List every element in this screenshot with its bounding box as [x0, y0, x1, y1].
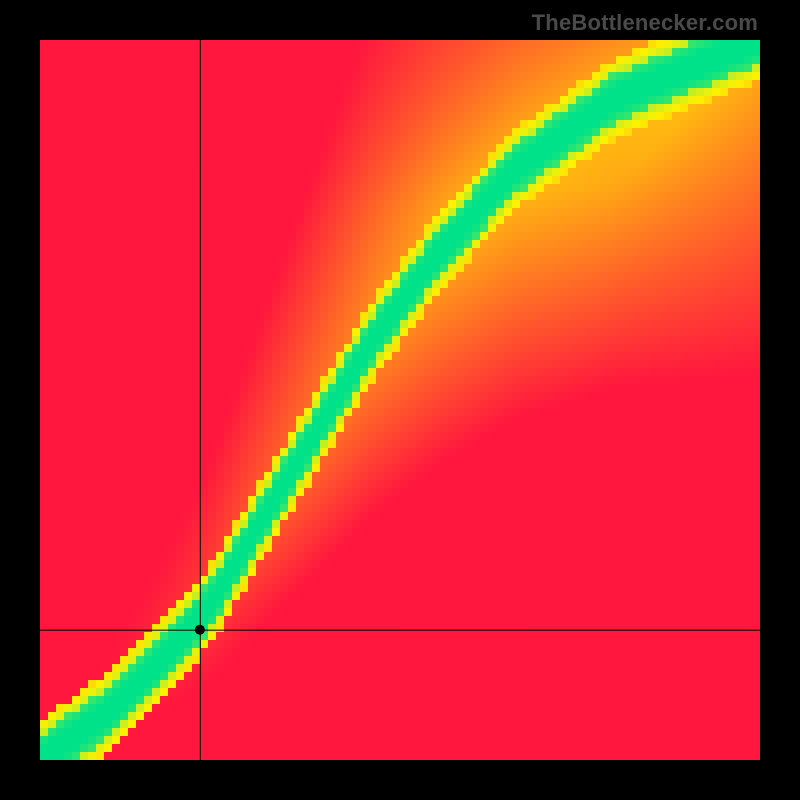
heatmap-canvas: [40, 40, 760, 760]
chart-frame: TheBottlenecker.com: [0, 0, 800, 800]
heatmap-plot: [40, 40, 760, 760]
watermark-text: TheBottlenecker.com: [532, 10, 758, 36]
